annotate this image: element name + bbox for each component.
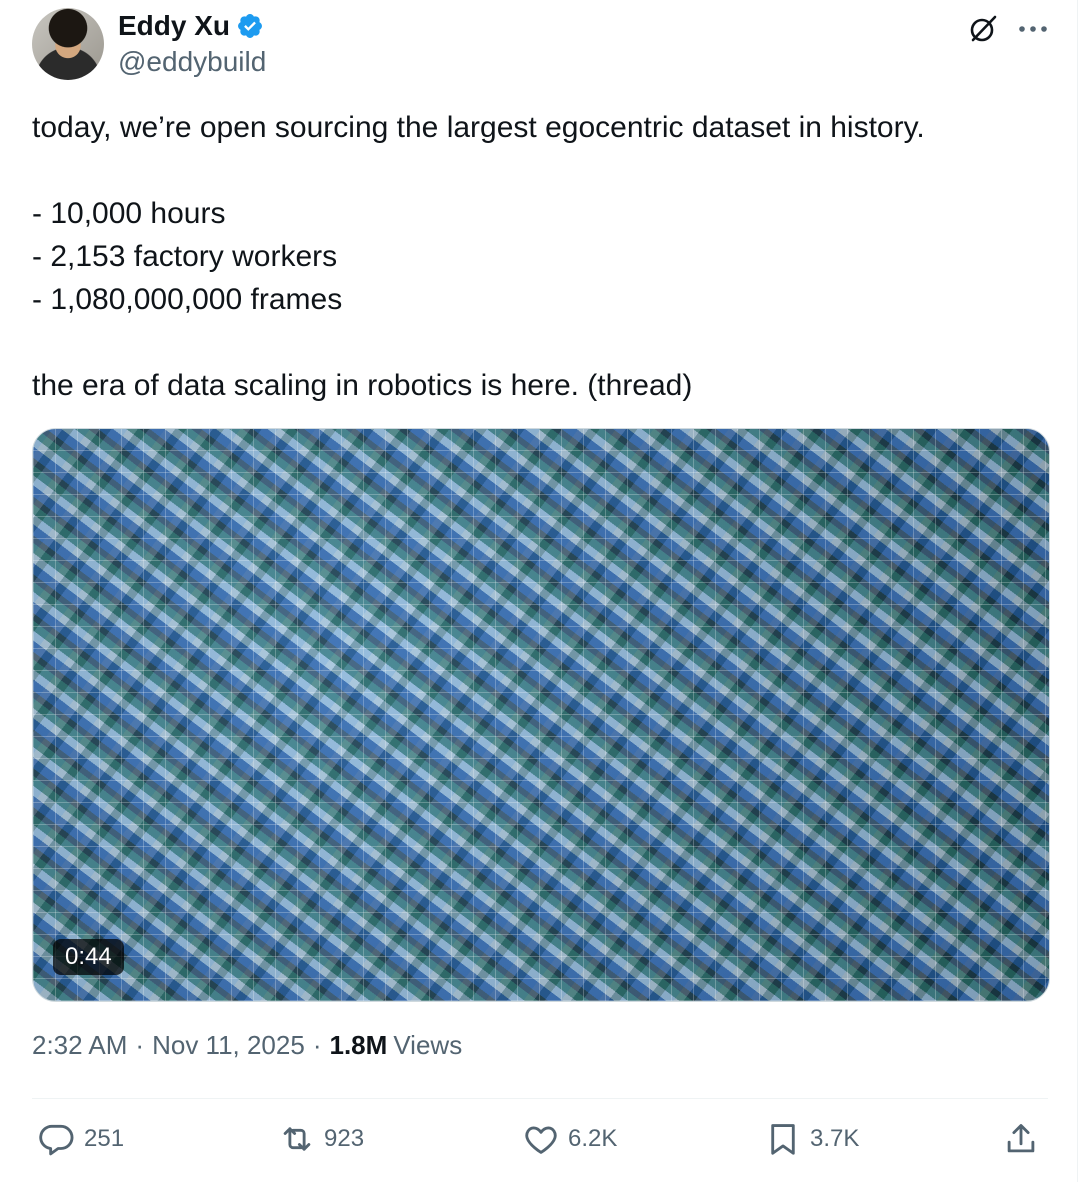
- tweet-text: today, we’re open sourcing the largest e…: [32, 111, 925, 402]
- reply-icon: [39, 1124, 74, 1156]
- verified-badge-icon[interactable]: [236, 12, 264, 40]
- avatar[interactable]: [32, 8, 104, 80]
- bookmark-icon: [771, 1124, 795, 1155]
- tweet-header: Eddy Xu @eddybuild: [32, 8, 1050, 80]
- views-count: 1.8M: [329, 1030, 388, 1060]
- tweet-meta: 2:32 AM · Nov 11, 2025 · 1.8M Views: [32, 1030, 462, 1061]
- share-button[interactable]: [1002, 1120, 1048, 1158]
- reply-button[interactable]: 251: [38, 1120, 124, 1158]
- like-count: 6.2K: [568, 1125, 618, 1152]
- repost-icon: [283, 1127, 311, 1151]
- tweet-time[interactable]: 2:32 AM: [32, 1030, 127, 1061]
- like-button[interactable]: 6.2K: [522, 1120, 617, 1158]
- bookmark-count: 3.7K: [810, 1125, 860, 1152]
- repost-button[interactable]: 923: [278, 1120, 364, 1158]
- action-bar: 251 923 6.2K 3.7K: [38, 1120, 1042, 1164]
- video-duration: 0:44: [53, 939, 124, 975]
- views-label: Views: [393, 1030, 463, 1060]
- share-icon: [1007, 1124, 1035, 1153]
- tweet-date[interactable]: Nov 11, 2025: [152, 1030, 305, 1061]
- author-name[interactable]: Eddy Xu: [118, 10, 230, 42]
- bookmark-button[interactable]: 3.7K: [764, 1120, 859, 1158]
- column-border: [1077, 0, 1078, 1182]
- video-thumbnail[interactable]: 0:44: [32, 428, 1050, 1002]
- like-icon: [525, 1126, 557, 1154]
- divider: [32, 1098, 1048, 1099]
- grok-icon[interactable]: [968, 14, 998, 44]
- meta-separator: ·: [135, 1030, 145, 1060]
- reply-count: 251: [84, 1125, 125, 1152]
- author-handle[interactable]: @eddybuild: [118, 46, 266, 78]
- meta-separator: ·: [312, 1030, 322, 1060]
- more-icon[interactable]: [1016, 14, 1050, 44]
- repost-count: 923: [324, 1125, 365, 1152]
- author-name-row: Eddy Xu: [118, 10, 264, 42]
